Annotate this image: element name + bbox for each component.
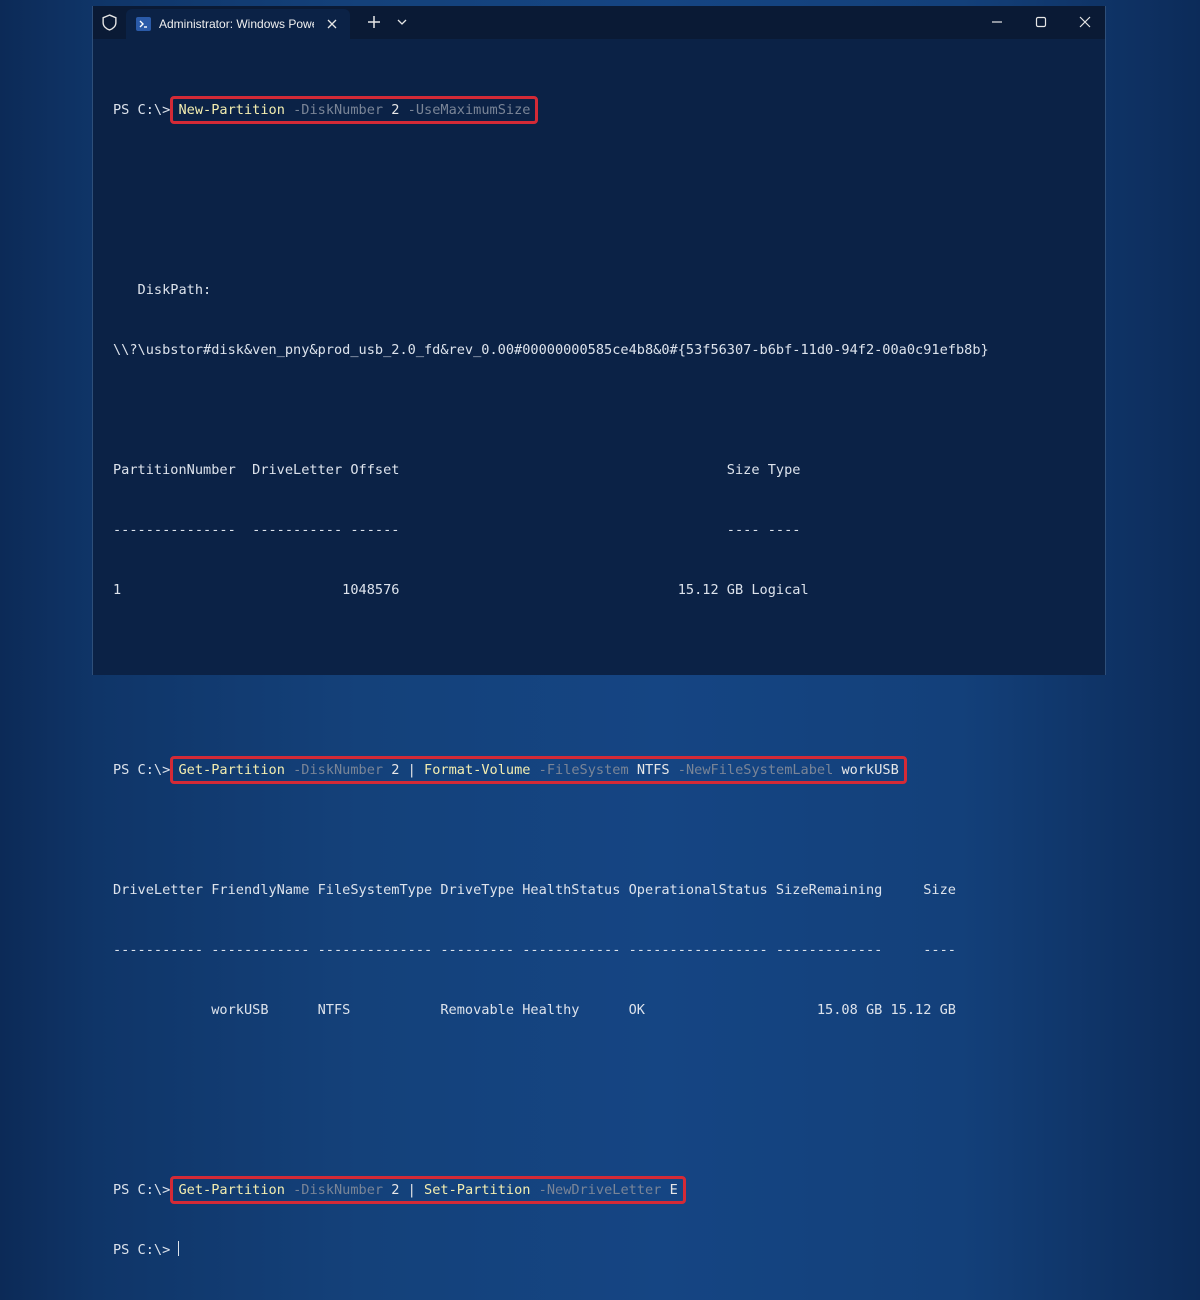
argument: 2 [391,1182,400,1198]
pipe-operator: | [407,762,416,778]
tab-powershell[interactable]: Administrator: Windows PowerShell [126,9,350,39]
cmdlet: Format-Volume [424,762,531,778]
highlighted-command: Get-Partition -DiskNumber 2 | Format-Vol… [170,756,907,784]
prompt: PS C:\> [113,1242,171,1258]
shield-icon [102,14,117,31]
cmdlet: Get-Partition [178,762,285,778]
close-icon[interactable] [325,17,339,31]
command-line-3: PS C:\> Get-Partition -DiskNumber 2 | Se… [113,1176,1105,1204]
table-row: workUSB NTFS Removable Healthy OK 15.08 … [113,1002,956,1018]
table-header: DriveLetter FriendlyName FileSystemType … [113,882,956,898]
argument: workUSB [841,762,899,778]
plus-icon[interactable] [366,14,382,30]
cmdlet: Set-Partition [424,1182,531,1198]
argument: NTFS [636,762,670,778]
close-window-icon[interactable] [1075,12,1095,32]
parameter: -UseMaximumSize [407,102,531,118]
prompt: PS C:\> [113,102,171,118]
parameter: -FileSystem [538,762,629,778]
parameter: -DiskNumber [293,1182,384,1198]
parameter: -DiskNumber [293,102,384,118]
table-header: PartitionNumber DriveLetter Offset Size … [113,462,801,478]
argument: 2 [391,102,400,118]
table-separator: --------------- ----------- ------ ---- … [113,522,801,538]
minimize-icon[interactable] [987,12,1007,32]
prompt: PS C:\> [113,762,171,778]
tab-title: Administrator: Windows PowerShell [159,17,314,31]
argument: 2 [391,762,400,778]
cmdlet: New-Partition [178,102,285,118]
command-line-1: PS C:\> New-Partition -DiskNumber 2 -Use… [113,96,1105,124]
highlighted-command: New-Partition -DiskNumber 2 -UseMaximumS… [170,96,539,124]
diskpath-label: DiskPath: [113,282,212,298]
table-separator: ----------- ------------ -------------- … [113,942,956,958]
parameter: -NewFileSystemLabel [677,762,834,778]
active-prompt-line[interactable]: PS C:\> [113,1240,1105,1260]
terminal-window: Administrator: Windows PowerShell PS C:\… [92,6,1106,1258]
pipe-operator: | [407,1182,416,1198]
prompt: PS C:\> [113,1182,171,1198]
chevron-down-icon[interactable] [396,16,408,28]
text-cursor [178,1241,180,1256]
terminal-output[interactable]: PS C:\> New-Partition -DiskNumber 2 -Use… [113,60,1105,1258]
argument: E [669,1182,678,1198]
maximize-icon[interactable] [1031,12,1051,32]
command-line-2: PS C:\> Get-Partition -DiskNumber 2 | Fo… [113,756,1105,784]
powershell-icon [136,17,151,31]
parameter: -NewDriveLetter [538,1182,662,1198]
diskpath-value: \\?\usbstor#disk&ven_pny&prod_usb_2.0_fd… [113,342,989,358]
title-bar: Administrator: Windows PowerShell [93,6,1105,39]
parameter: -DiskNumber [293,762,384,778]
cmdlet: Get-Partition [178,1182,285,1198]
table-row: 1 1048576 15.12 GB Logical [113,582,809,598]
highlighted-command: Get-Partition -DiskNumber 2 | Set-Partit… [170,1176,686,1204]
